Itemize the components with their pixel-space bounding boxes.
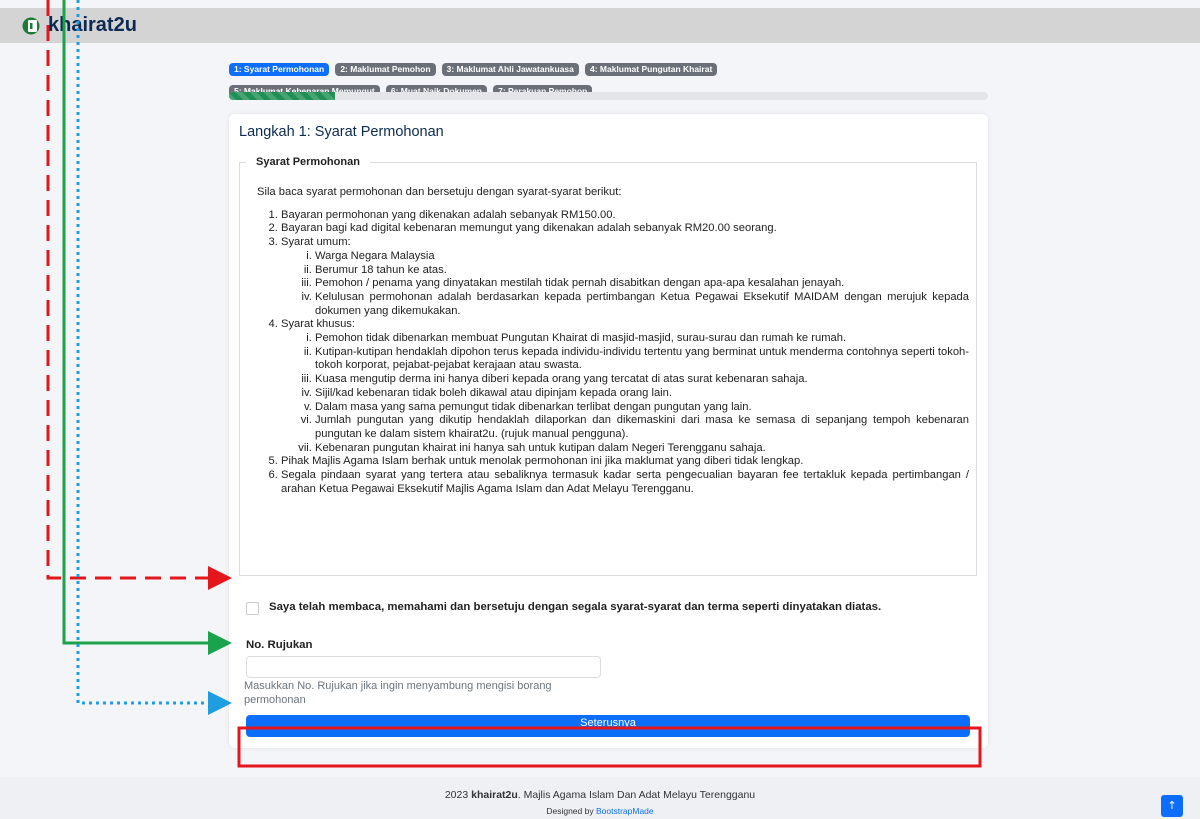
red-dashed-arrow [46,0,232,590]
footer-year: 2023 [444,789,469,801]
footer-brand: khairat2u [471,789,518,801]
terms-sublist: Pemohon tidak dibenarkan membuat Punguta… [281,332,969,455]
footer: 2023 khairat2u. Majlis Agama Islam Dan A… [0,777,1200,819]
step-tab-4[interactable]: 4: Maklumat Pungutan Khairat [584,63,718,76]
term-heading: Syarat umum: [281,236,351,249]
card-title: Langkah 1: Syarat Permohonan [239,124,444,140]
subterm-item: Jumlah pungutan yang dikutip hendaklah d… [315,414,969,441]
term-heading: Syarat khusus: [281,318,355,331]
term-item: Segala pindaan syarat yang tertera atau … [281,469,969,496]
ref-number-help: Masukkan No. Rujukan jika ingin menyambu… [244,680,552,706]
step-tab-3[interactable]: 3: Maklumat Ahli Jawatankuasa [441,63,579,76]
blue-dotted-arrow [76,0,232,715]
subterm-item: Warga Negara Malaysia [315,250,969,264]
agree-label[interactable]: Saya telah membaca, memahami dan bersetu… [269,600,881,615]
top-navbar [0,8,1200,43]
brand-logo-link[interactable]: khairat2u [22,14,137,37]
footer-designed-by: Designed by [546,806,594,816]
subterm-item: Kelulusan permohonan adalah berdasarkan … [315,291,969,318]
footer-credits: Designed by BootstrapMade [0,806,1200,816]
terms-list: Bayaran permohonan yang dikenakan adalah… [257,209,969,497]
progress-bar-fill [229,92,336,100]
subterm-item: Kuasa mengutip derma ini hanya diberi ke… [315,373,969,387]
subterm-item: Sijil/kad kebenaran tidak boleh dikawal … [315,387,969,401]
subterm-item: Kutipan-kutipan hendaklah dipohon terus … [315,346,969,373]
subterm-item: Berumur 18 tahun ke atas. [315,264,969,278]
ref-number-input[interactable] [246,656,601,678]
subterm-item: Pemohon tidak dibenarkan membuat Punguta… [315,332,969,346]
subterm-item: Pemohon / penama yang dinyatakan mestila… [315,277,969,291]
terms-intro: Sila baca syarat permohonan dan bersetuj… [257,186,622,198]
subterm-item: Dalam masa yang sama pemungut tidak dibe… [315,401,969,415]
flag-logo-icon [22,17,40,34]
agree-checkbox[interactable] [246,602,259,615]
subterm-item: Kebenaran pungutan khairat ini hanya sah… [315,442,969,456]
back-to-top-button[interactable]: ↑ [1161,795,1183,817]
arrow-up-icon: ↑ [1167,799,1177,812]
terms-legend: Syarat Permohonan [256,156,360,168]
footer-copyright: 2023 khairat2u. Majlis Agama Islam Dan A… [0,789,1200,801]
progress-bar [229,92,988,100]
term-item: Pihak Majlis Agama Islam berhak untuk me… [281,455,969,469]
next-button[interactable]: Seterusnya [246,715,970,737]
terms-fieldset: Syarat Permohonan Sila baca syarat permo… [239,156,977,576]
brand-name: khairat2u [48,14,137,36]
green-solid-arrow [62,0,232,655]
term-item: Bayaran bagi kad digital kebenaran memun… [281,222,969,236]
terms-sublist: Warga Negara Malaysia Berumur 18 tahun k… [281,250,969,319]
step-tab-2[interactable]: 2: Maklumat Pemohon [335,63,436,76]
terms-body: Sila baca syarat permohonan dan bersetuj… [257,186,969,496]
footer-org: . Majlis Agama Islam Dan Adat Melayu Ter… [517,789,756,801]
agree-row: Saya telah membaca, memahami dan bersetu… [246,600,972,615]
term-item: Syarat umum: Warga Negara Malaysia Berum… [281,236,969,318]
ref-number-label: No. Rujukan [246,639,313,651]
step-tab-1[interactable]: 1: Syarat Permohonan [229,63,330,76]
footer-designer-link[interactable]: BootstrapMade [596,806,654,816]
term-item: Syarat khusus: Pemohon tidak dibenarkan … [281,318,969,455]
form-card: Langkah 1: Syarat Permohonan Syarat Perm… [229,114,988,748]
term-item: Bayaran permohonan yang dikenakan adalah… [281,209,969,223]
